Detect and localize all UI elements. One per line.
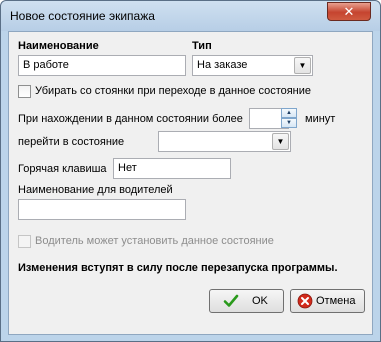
spin-up-icon[interactable]: ▲ <box>281 108 297 118</box>
checkmark-icon <box>223 294 239 307</box>
goto-state-select[interactable]: ▼ <box>158 131 291 152</box>
driver-can-set-label: Водитель может установить данное состоян… <box>35 235 274 247</box>
title-bar[interactable]: Новое состояние экипажа ✕ <box>1 1 380 31</box>
remove-from-parking-label: Убирать со стоянки при переходе в данное… <box>35 85 312 97</box>
minutes-label: минут <box>305 113 336 125</box>
cancel-circle-icon <box>297 293 313 309</box>
restart-notice: Изменения вступят в силу после перезапус… <box>18 262 338 274</box>
type-select[interactable]: На заказе ▼ <box>192 55 313 76</box>
driver-can-set-checkbox[interactable] <box>18 235 31 248</box>
duration-spinner[interactable]: ▲ ▼ <box>281 108 297 129</box>
ok-button[interactable]: OK <box>209 289 284 313</box>
close-button[interactable]: ✕ <box>327 2 371 21</box>
cancel-label: Отмена <box>316 295 356 307</box>
goto-state-label: перейти в состояние <box>18 136 125 148</box>
window-title: Новое состояние экипажа <box>10 9 155 23</box>
driver-name-label: Наименование для водителей <box>18 184 173 196</box>
type-label: Тип <box>192 40 212 52</box>
type-value: На заказе <box>197 59 248 71</box>
name-input[interactable]: В работе <box>18 55 186 76</box>
hotkey-value: Нет <box>118 162 137 174</box>
close-icon: ✕ <box>343 4 355 19</box>
duration-label: При нахождении в данном состоянии более <box>18 113 243 125</box>
remove-from-parking-checkbox[interactable] <box>18 85 31 98</box>
ok-label: OK <box>252 295 268 307</box>
cancel-button[interactable]: Отмена <box>290 289 365 313</box>
chevron-down-icon[interactable]: ▼ <box>272 133 289 150</box>
dialog-window: Новое состояние экипажа ✕ Наименование В… <box>0 0 381 342</box>
spin-down-icon[interactable]: ▼ <box>281 118 297 128</box>
hotkey-label: Горячая клавиша <box>18 163 107 175</box>
name-label: Наименование <box>18 40 99 52</box>
name-value: В работе <box>23 59 69 71</box>
hotkey-input[interactable]: Нет <box>113 158 231 179</box>
chevron-down-icon[interactable]: ▼ <box>294 57 311 74</box>
driver-name-input[interactable] <box>18 199 186 220</box>
dialog-body: Наименование В работе Тип На заказе ▼ Уб… <box>8 31 373 335</box>
